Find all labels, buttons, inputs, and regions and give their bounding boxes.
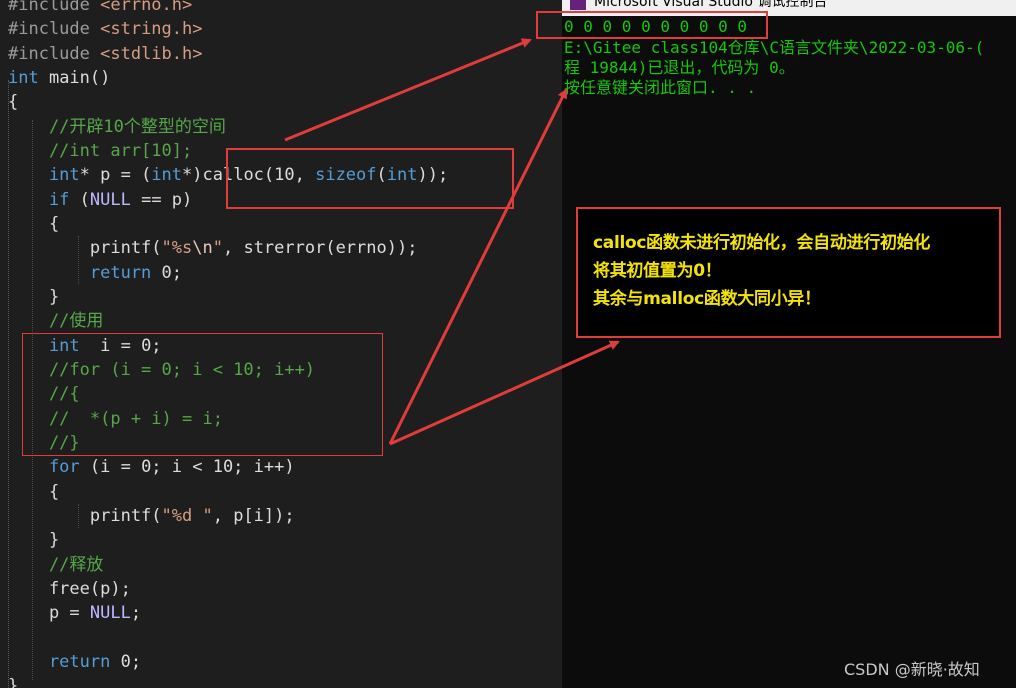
code-line[interactable]: //使用 <box>8 309 103 333</box>
code-line[interactable]: for (i = 0; i < 10; i++) <box>8 455 295 479</box>
code-token: if <box>8 189 70 210</box>
code-token: 0; <box>110 651 142 672</box>
code-token: " <box>212 238 223 259</box>
code-line[interactable]: #include <string.h> <box>8 17 202 41</box>
code-token: } <box>8 676 19 688</box>
console-output-line: E:\Gitee class104仓库\C语言文件夹\2022-03-06-( <box>564 38 985 57</box>
calloc-highlight-box <box>226 148 514 209</box>
code-token: printf( <box>8 505 162 526</box>
code-token: ; <box>130 603 142 624</box>
code-line[interactable]: { <box>8 90 18 114</box>
code-token: return <box>8 262 152 283</box>
code-token: { <box>8 92 19 113</box>
console-title: Microsoft Visual Studio 调试控制台 <box>594 0 828 10</box>
code-line[interactable]: //int arr[10]; <box>8 139 192 163</box>
code-token: #include <box>8 43 101 64</box>
console-output-line: 按任意键关闭此窗口. . . <box>564 78 757 97</box>
code-line[interactable]: } <box>8 528 59 552</box>
code-token: int <box>8 67 39 88</box>
code-line[interactable]: printf("%s\n", strerror(errno)); <box>8 236 418 260</box>
watermark: CSDN @新晓·故知 <box>844 660 980 679</box>
code-token: for <box>8 457 80 478</box>
output-highlight-box <box>536 11 768 39</box>
code-token: printf( <box>8 238 162 259</box>
code-token: } <box>8 530 60 551</box>
code-token: "%s <box>161 238 193 259</box>
code-line[interactable]: if (NULL == p) <box>8 188 192 212</box>
code-token: //开辟10个整型的空间 <box>8 116 226 137</box>
code-token: \n <box>192 238 213 259</box>
code-token: int <box>8 165 80 186</box>
code-token: return <box>8 651 111 672</box>
code-token: p = <box>8 603 90 624</box>
code-token: <errno.h> <box>100 0 193 15</box>
code-token: * p = ( <box>79 165 152 186</box>
note-line: 其余与malloc函数大同小异！ <box>593 289 821 309</box>
code-line[interactable]: //开辟10个整型的空间 <box>8 115 226 139</box>
code-line[interactable]: int main() <box>8 66 110 90</box>
code-token: #include <box>8 0 101 15</box>
code-token: 0; <box>151 262 183 283</box>
annotation-note: calloc函数未进行初始化，会自动进行初始化 将其初值置为0！ 其余与mall… <box>576 207 1001 338</box>
code-token: { <box>8 213 60 234</box>
note-line: 将其初值置为0！ <box>593 261 722 281</box>
code-line[interactable]: } <box>8 285 59 309</box>
code-line[interactable]: return 0; <box>8 261 182 285</box>
code-line[interactable]: { <box>8 212 59 236</box>
code-token: "%d " <box>161 505 213 526</box>
code-line[interactable]: #include <stdlib.h> <box>8 42 202 66</box>
code-line[interactable]: p = NULL; <box>8 601 141 625</box>
debug-console-window[interactable]: Microsoft Visual Studio 调试控制台 0 0 0 0 0 … <box>562 0 1016 688</box>
console-output-line: 程 19844)已退出，代码为 0。 <box>564 58 795 77</box>
code-token: //int arr[10]; <box>8 140 193 161</box>
code-token: , strerror(errno)); <box>222 238 418 259</box>
code-token: NULL <box>89 189 131 210</box>
note-line: calloc函数未进行初始化，会自动进行初始化 <box>593 233 931 253</box>
code-token: { <box>8 481 60 502</box>
code-token: <stdlib.h> <box>100 43 203 64</box>
code-token: free(p); <box>8 578 131 599</box>
code-line[interactable]: #include <errno.h> <box>8 0 192 17</box>
code-token: int <box>151 165 183 186</box>
code-token: //使用 <box>8 311 104 332</box>
code-line[interactable]: free(p); <box>8 577 131 601</box>
code-token: #include <box>8 19 101 40</box>
code-line[interactable]: return 0; <box>8 650 141 674</box>
code-token: NULL <box>89 603 131 624</box>
code-token: , p[i]); <box>212 505 295 526</box>
code-line[interactable]: } <box>8 674 18 688</box>
code-token: (i = 0; i < 10; i++) <box>79 457 295 478</box>
code-token: == p) <box>130 189 193 210</box>
code-line[interactable]: { <box>8 480 59 504</box>
code-token: ( <box>69 189 90 210</box>
code-token: //释放 <box>8 554 104 575</box>
visual-studio-icon <box>570 0 586 10</box>
code-line[interactable]: //释放 <box>8 553 103 577</box>
code-token: } <box>8 286 60 307</box>
code-token: <string.h> <box>100 19 203 40</box>
code-token: main() <box>38 67 111 88</box>
code-line[interactable]: printf("%d ", p[i]); <box>8 504 295 528</box>
commented-loop-highlight-box <box>22 333 383 456</box>
